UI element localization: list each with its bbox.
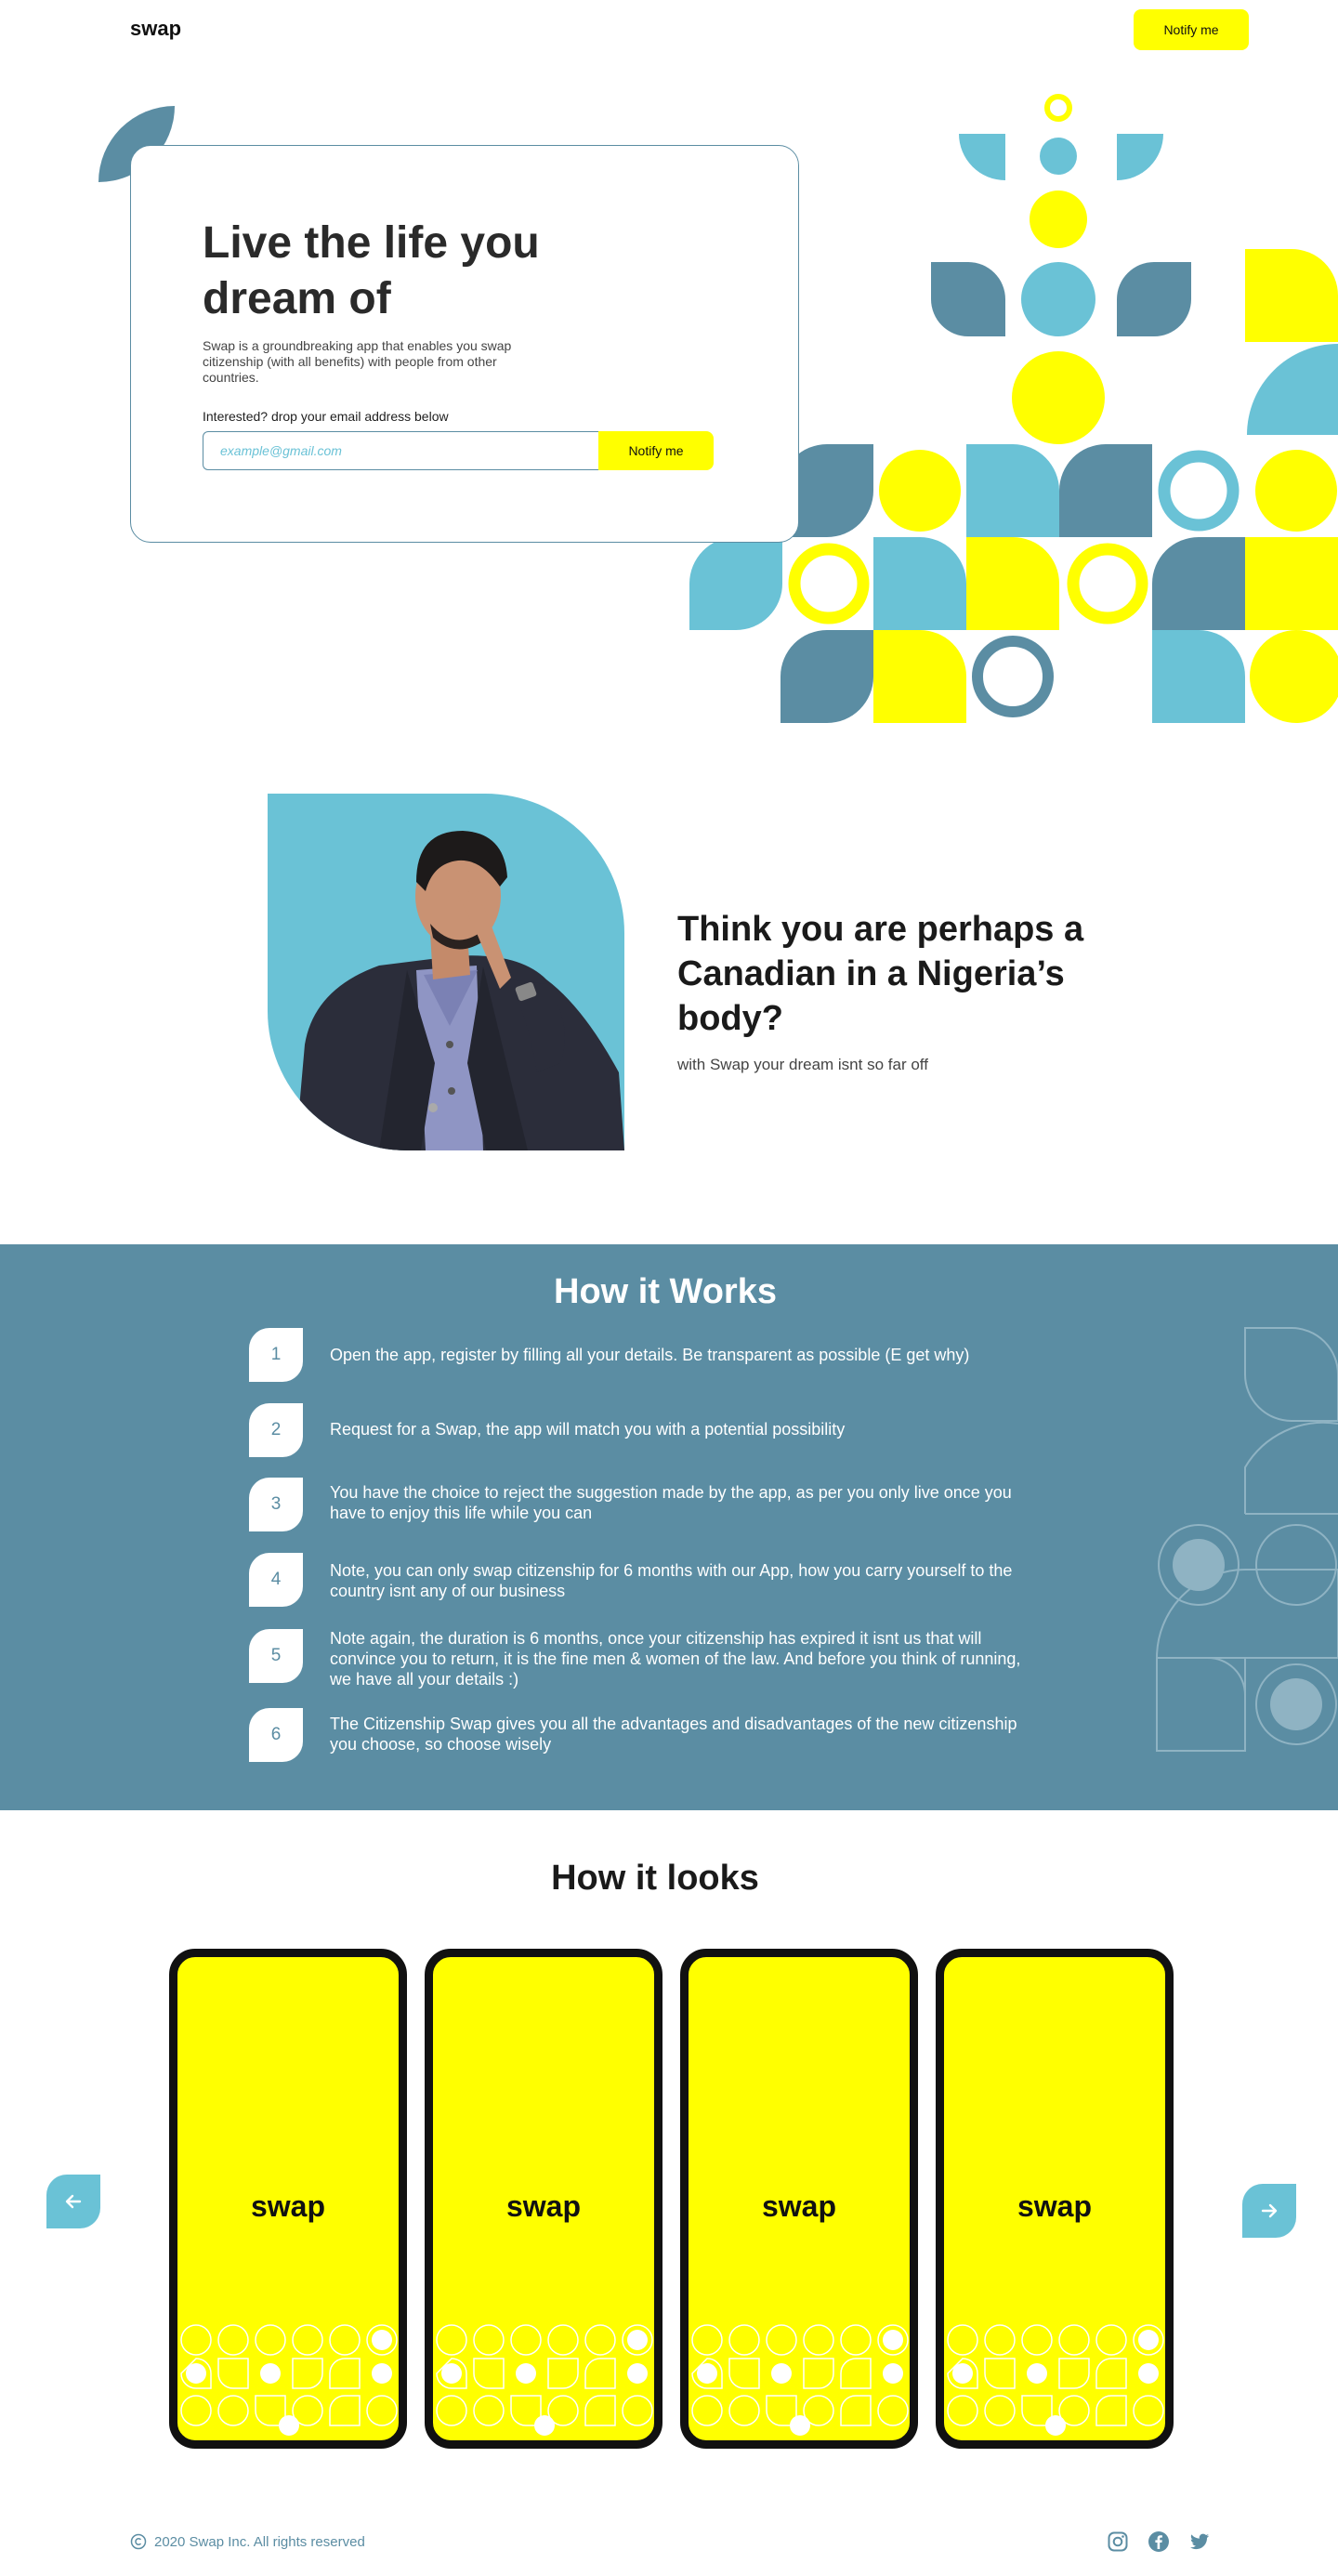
how-it-looks-title: How it looks (551, 1859, 759, 1898)
phone-mockup[interactable]: swap (936, 1949, 1174, 2449)
step-text: Request for a Swap, the app will match y… (330, 1420, 846, 1439)
twitter-icon (1190, 2533, 1209, 2550)
facebook-link[interactable] (1147, 2530, 1171, 2554)
step-number-badge: 6 (249, 1708, 303, 1762)
feature-title: Think you are perhaps a Canadian in a Ni… (677, 910, 1084, 1038)
how-it-works-title: How it Works (554, 1272, 777, 1311)
phone-mockup[interactable]: swap (680, 1949, 918, 2449)
step-number-badge: 3 (249, 1478, 303, 1531)
phone-logo: swap (761, 2189, 837, 2223)
phone-logo: swap (1017, 2189, 1093, 2223)
hero-title: Live the life you dream of (203, 218, 540, 323)
social-links (1106, 2530, 1212, 2554)
instagram-link[interactable] (1106, 2530, 1130, 2554)
how-it-works-section: How it Works 1 Open the app, register by… (0, 1244, 1338, 1810)
carousel-next-button[interactable] (1242, 2184, 1296, 2238)
step-number-badge: 2 (249, 1403, 303, 1457)
step-text: You have the choice to reject the sugges… (330, 1483, 1012, 1522)
step-text: Note, you can only swap citizenship for … (330, 1561, 1013, 1600)
hero-notify-button[interactable]: Notify me (598, 431, 714, 470)
person-photo (268, 794, 624, 1150)
arrow-left-icon (65, 2194, 82, 2209)
copyright-text: 2020 Swap Inc. All rights reserved (154, 2533, 365, 2550)
feature-subtitle: with Swap your dream isnt so far off (677, 1056, 928, 1073)
twitter-link[interactable] (1187, 2530, 1212, 2554)
phone-mockup[interactable]: swap (169, 1949, 407, 2449)
carousel-prev-button[interactable] (46, 2175, 100, 2228)
step-text: The Citizenship Swap gives you all the a… (330, 1715, 1017, 1754)
phone-mockup[interactable]: swap (425, 1949, 662, 2449)
email-label: Interested? drop your email address belo… (203, 409, 449, 424)
instagram-icon (1108, 2531, 1128, 2552)
phone-pattern (947, 2324, 1164, 2436)
brand-logo[interactable]: swap (130, 17, 181, 41)
phone-pattern (180, 2324, 398, 2436)
phone-logo: swap (505, 2189, 582, 2223)
stressed-man-illustration (295, 831, 624, 1150)
arrow-right-icon (1261, 2203, 1278, 2218)
hero-description: Swap is a groundbreaking app that enable… (203, 338, 512, 385)
step-text: Open the app, register by filling all yo… (330, 1346, 970, 1364)
header-notify-button[interactable]: Notify me (1134, 9, 1249, 50)
copyright-icon (130, 2533, 147, 2550)
phone-pattern (691, 2324, 909, 2436)
how-it-works-pattern (1156, 1327, 1338, 1752)
facebook-icon (1148, 2531, 1169, 2552)
phone-logo: swap (250, 2189, 326, 2223)
step-number-badge: 4 (249, 1553, 303, 1607)
email-input[interactable] (203, 431, 598, 470)
step-text: Note again, the duration is 6 months, on… (330, 1629, 1021, 1689)
phone-pattern (436, 2324, 653, 2436)
step-number-badge: 5 (249, 1629, 303, 1683)
step-number-badge: 1 (249, 1328, 303, 1382)
footer: 2020 Swap Inc. All rights reserved (130, 2533, 365, 2550)
